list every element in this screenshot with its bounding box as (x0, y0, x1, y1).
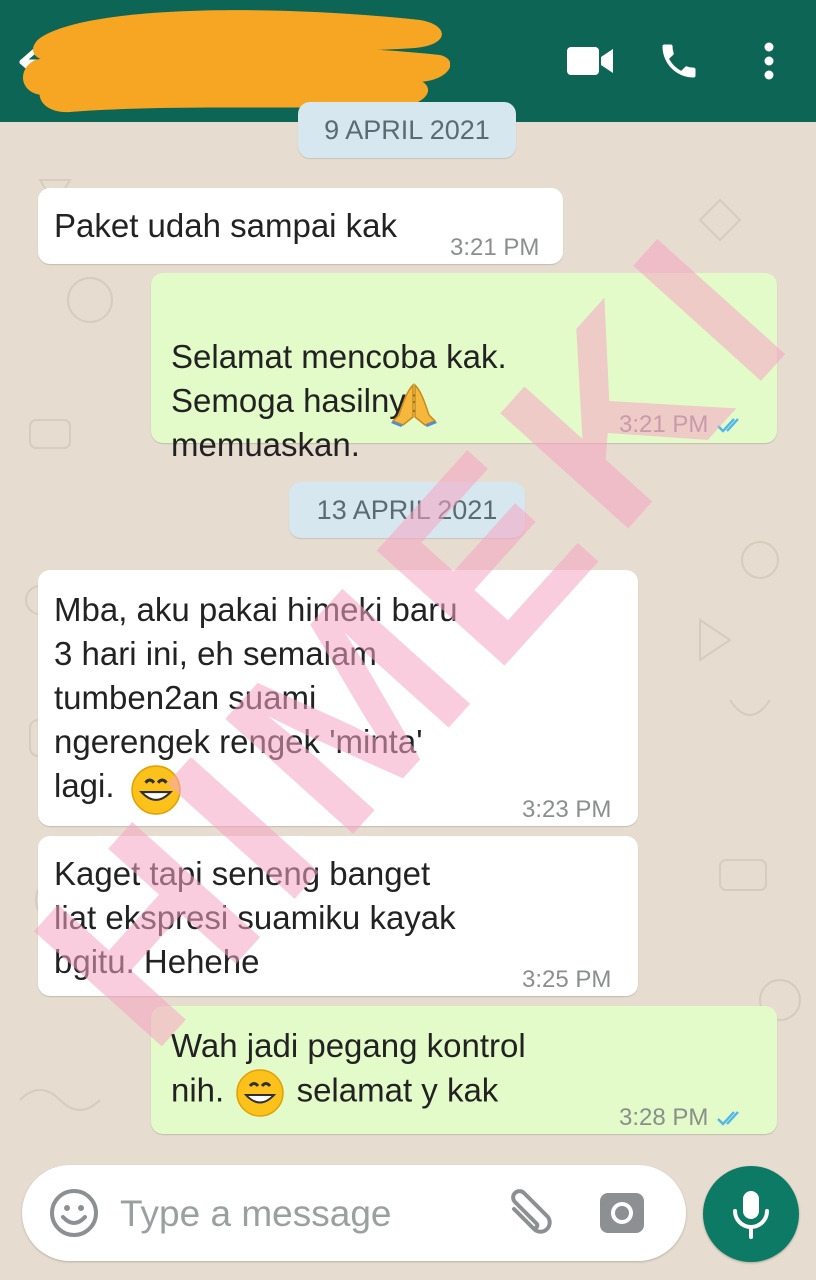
date-chip: 13 APRIL 2021 (289, 482, 525, 538)
message-timestamp: 3:23 PM (522, 796, 612, 823)
message-bubble-outgoing[interactable]: Wah jadi pegang kontrol nih. selamat y k… (151, 1006, 777, 1134)
message-timestamp: 3:21 PM (619, 411, 709, 438)
video-camera-icon (567, 47, 613, 75)
camera-button[interactable] (596, 1187, 648, 1239)
message-bubble-incoming[interactable]: Mba, aku pakai himeki baru 3 hari ini, e… (38, 570, 638, 826)
message-timestamp: 3:21 PM (450, 234, 540, 261)
message-time: 3:21 PM (619, 403, 746, 447)
phone-icon (662, 44, 696, 78)
more-vertical-icon (764, 42, 774, 80)
message-text-body: Selamat mencoba kak. Semoga hasilnya mem… (171, 338, 507, 463)
message-bubble-incoming[interactable]: Paket udah sampai kak 3:21 PM (38, 188, 563, 264)
message-text: Kaget tapi seneng banget liat ekspresi s… (54, 855, 456, 980)
attach-button[interactable] (502, 1185, 560, 1241)
redaction-scribble (23, 10, 450, 113)
double-check-read-icon (717, 1111, 740, 1126)
message-text-line2-post: selamat y kak (296, 1071, 499, 1109)
microphone-icon (733, 1191, 769, 1239)
message-text-line2-pre: nih. (171, 1071, 225, 1109)
date-label: 9 APRIL 2021 (324, 115, 490, 145)
message-timestamp: 3:28 PM (619, 1104, 709, 1131)
more-options-button[interactable] (742, 36, 796, 86)
message-input[interactable] (118, 1181, 482, 1247)
grinning-face-emoji (131, 765, 181, 815)
voice-message-button[interactable] (703, 1166, 799, 1262)
camera-icon (600, 1193, 644, 1233)
date-label: 13 APRIL 2021 (316, 495, 498, 525)
message-time: 3:28 PM (619, 1096, 746, 1140)
message-text: Paket udah sampai kak (54, 207, 398, 244)
message-timestamp: 3:25 PM (522, 966, 612, 993)
message-text: Mba, aku pakai himeki baru 3 hari ini, e… (54, 591, 458, 804)
video-call-button[interactable] (563, 36, 617, 86)
date-chip: 9 APRIL 2021 (298, 102, 516, 158)
voice-call-button[interactable] (652, 36, 706, 86)
paperclip-icon (511, 1189, 552, 1234)
message-bubble-outgoing[interactable]: Selamat mencoba kak. Semoga hasilnya mem… (151, 273, 777, 463)
double-check-read-icon (717, 418, 740, 433)
message-time: 3:21 PM (450, 226, 539, 270)
grinning-face-emoji (236, 1069, 285, 1117)
message-text-line1: Wah jadi pegang kontrol (171, 1027, 526, 1064)
message-bubble-incoming[interactable]: Kaget tapi seneng banget liat ekspresi s… (38, 836, 638, 996)
folded-hands-emoji (391, 383, 437, 427)
message-text: Selamat mencoba kak. Semoga hasilnya mem… (171, 291, 507, 467)
emoji-button[interactable] (48, 1187, 100, 1239)
message-composer (22, 1165, 686, 1261)
emoji-smiley-icon (50, 1189, 98, 1237)
message-time: 3:23 PM (522, 788, 611, 832)
message-text: Wah jadi pegang kontrol nih. selamat y k… (171, 1024, 526, 1118)
message-time: 3:25 PM (522, 958, 611, 1002)
